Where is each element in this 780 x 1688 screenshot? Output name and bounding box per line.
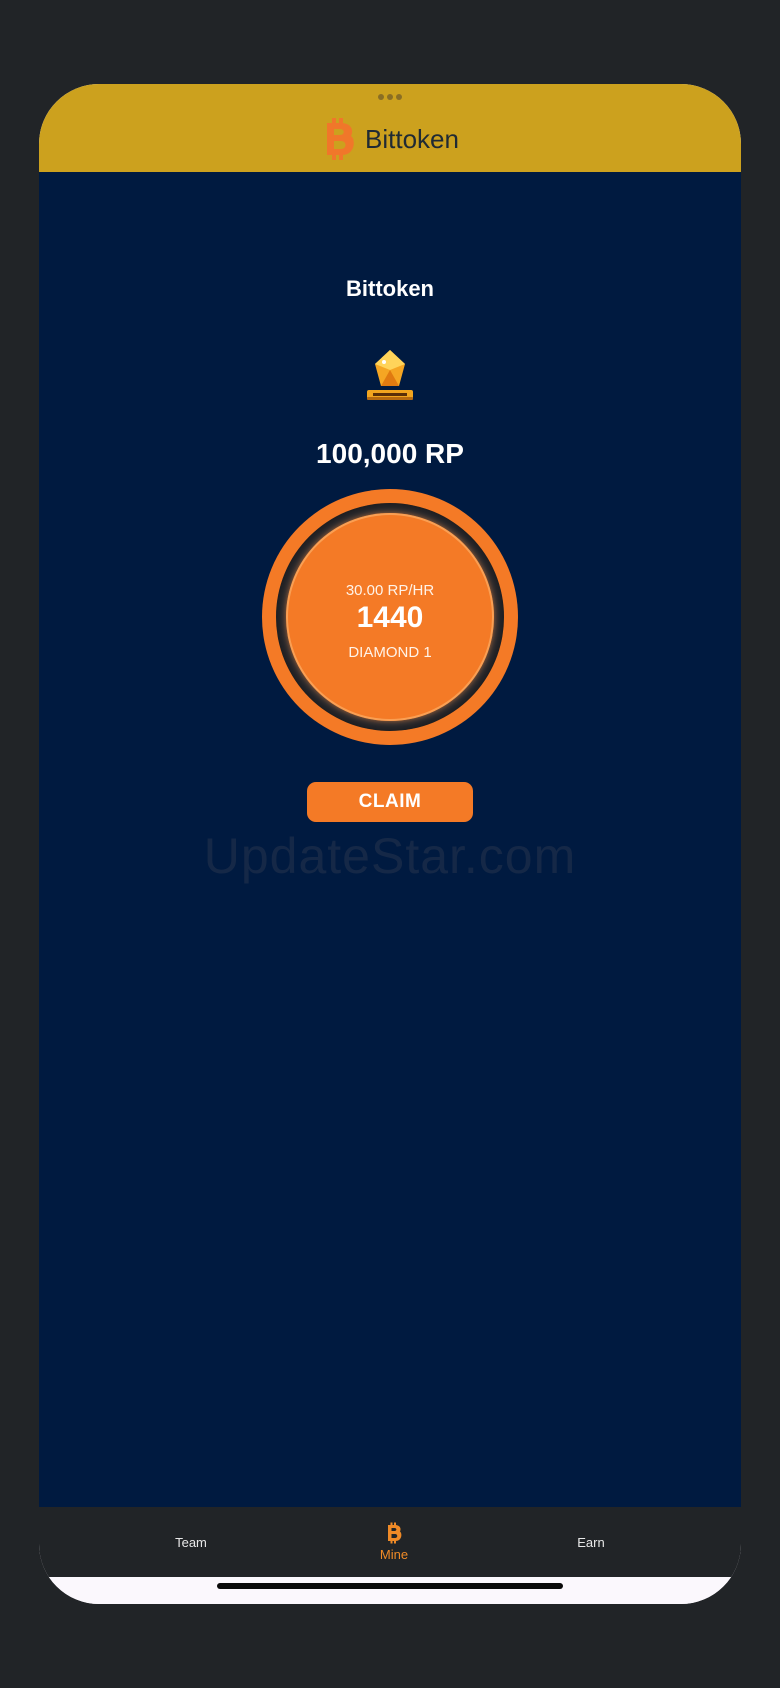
mined-count: 1440 [356, 601, 424, 634]
mining-rate: 30.00 RP/HR [345, 582, 435, 599]
home-indicator[interactable] [217, 1583, 563, 1589]
tab-mine-label: Mine [379, 1547, 409, 1562]
page-title: Bittoken [346, 276, 434, 301]
bittoken-logo-icon [388, 1522, 402, 1544]
mining-dial[interactable]: 30.00 RP/HR 1440 DIAMOND 1 [262, 489, 518, 745]
header-bar: Bittoken [39, 84, 741, 172]
phone-screen: Bittoken Bittoken 100,000 RP 30.00 RP/HR… [39, 84, 741, 1604]
dial-core: 30.00 RP/HR 1440 DIAMOND 1 [286, 513, 494, 721]
points-balance: 100,000 RP [316, 438, 464, 469]
diamond-rank-badge-icon [367, 350, 413, 400]
tab-earn[interactable]: Earn [511, 1507, 671, 1577]
bittoken-logo-icon [327, 118, 354, 160]
tab-team-label: Team [175, 1534, 207, 1550]
rank-level: DIAMOND 1 [348, 644, 432, 661]
tab-mine[interactable]: Mine [314, 1507, 474, 1577]
home-indicator-area [39, 1577, 741, 1604]
dial-ring: 30.00 RP/HR 1440 DIAMOND 1 [276, 503, 504, 731]
main-content: Bittoken 100,000 RP 30.00 RP/HR 1440 DIA… [39, 172, 741, 1507]
tab-team[interactable]: Team [111, 1507, 271, 1577]
more-dots-icon[interactable] [378, 94, 402, 100]
claim-button[interactable]: CLAIM [307, 782, 473, 822]
app-name: Bittoken [365, 123, 459, 154]
tab-earn-label: Earn [577, 1534, 605, 1550]
watermark: UpdateStar.com [203, 828, 577, 884]
brand: Bittoken [39, 117, 741, 161]
bottom-tab-bar: Team Mine Earn [39, 1507, 741, 1577]
